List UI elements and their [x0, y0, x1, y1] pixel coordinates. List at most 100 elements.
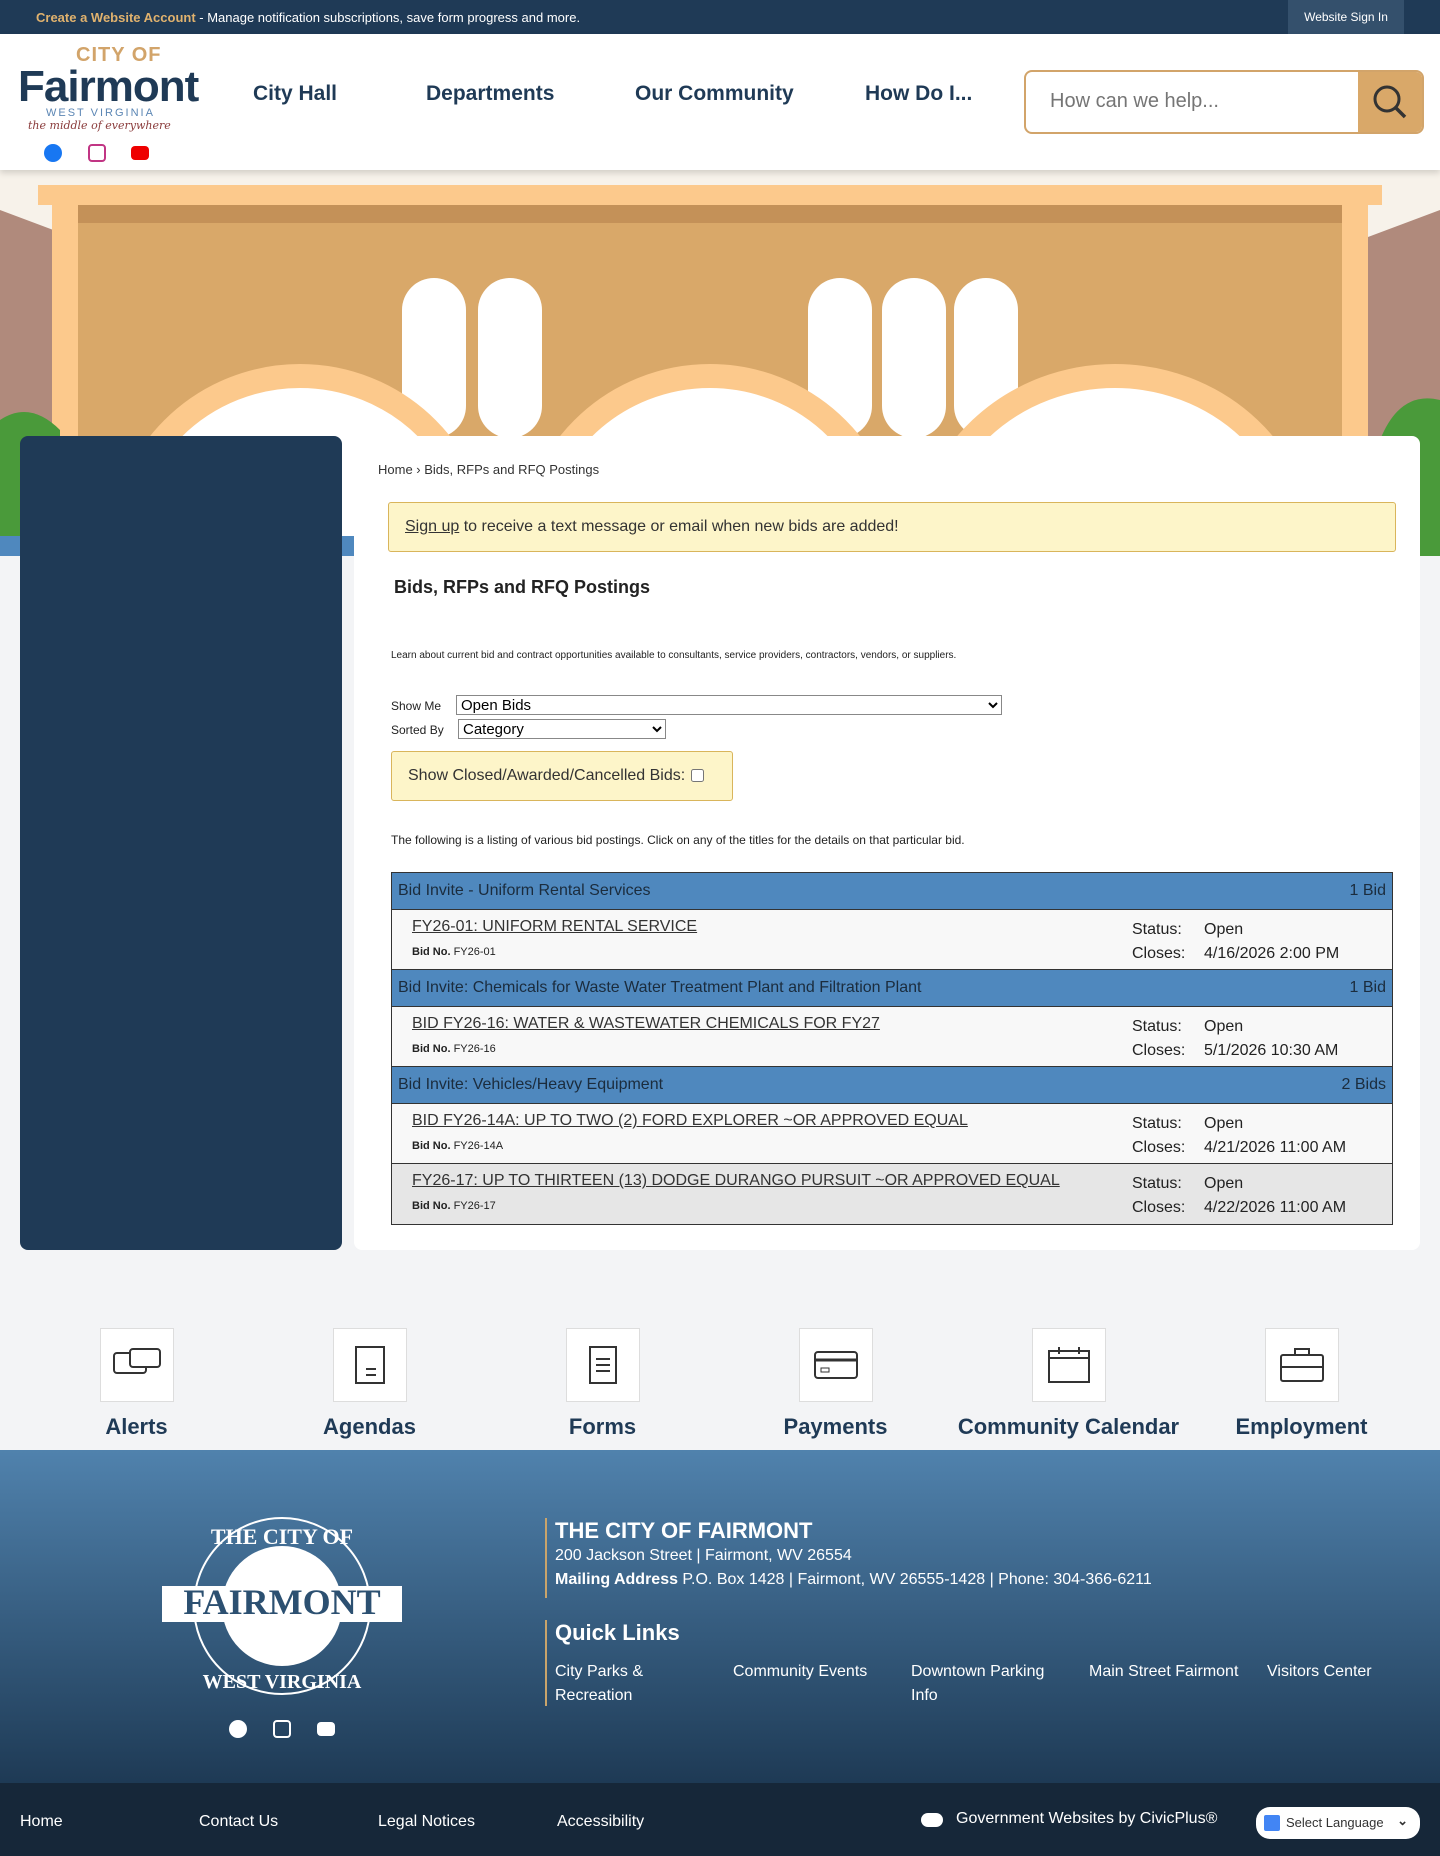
credit-card-icon — [798, 1328, 873, 1402]
show-closed-checkbox[interactable] — [691, 769, 705, 783]
bottom-link-legal[interactable]: Legal Notices — [378, 1813, 475, 1831]
bid-title-link[interactable]: FY26-17: UP TO THIRTEEN (13) DODGE DURAN… — [412, 1172, 1060, 1190]
logo-name: Fairmont — [18, 62, 199, 111]
status-label: Status: — [1132, 921, 1182, 938]
quick-link-label: Employment — [1235, 1414, 1368, 1439]
bottom-link-contact[interactable]: Contact Us — [199, 1813, 278, 1831]
footer-facebook-icon[interactable] — [229, 1720, 247, 1738]
bid-labels: Status: Closes: — [1132, 1015, 1185, 1063]
closes-value: 4/21/2026 11:00 AM — [1204, 1139, 1347, 1156]
google-translate-icon — [1264, 1815, 1280, 1831]
quick-link-alerts[interactable]: Alerts — [20, 1328, 253, 1440]
svg-text:FAIRMONT: FAIRMONT — [183, 1582, 380, 1622]
footer-quick-links: Quick Links City Parks & Recreation Comm… — [545, 1620, 1405, 1706]
website-sign-in-button[interactable]: Website Sign In — [1288, 0, 1404, 34]
bid-number: Bid No. FY26-14A — [412, 1140, 503, 1152]
footer-contact: THE CITY OF FAIRMONT 200 Jackson Street … — [545, 1518, 1152, 1598]
page-description: Learn about current bid and contract opp… — [391, 650, 957, 661]
document-icon — [565, 1328, 640, 1402]
create-account-link[interactable]: Create a Website Account — [36, 10, 196, 25]
footer-instagram-icon[interactable] — [273, 1720, 291, 1738]
quick-link-label: Forms — [568, 1414, 637, 1439]
footer-link-visitors[interactable]: Visitors Center — [1267, 1660, 1417, 1684]
quick-link-agendas[interactable]: Agendas — [253, 1328, 486, 1440]
nav-our-community[interactable]: Our Community — [635, 82, 794, 106]
bid-row: BID FY26-14A: UP TO TWO (2) FORD EXPLORE… — [392, 1104, 1392, 1164]
bid-labels: Status: Closes: — [1132, 1112, 1185, 1160]
bid-category-header: Bid Invite: Chemicals for Waste Water Tr… — [392, 970, 1392, 1007]
nav-city-hall[interactable]: City Hall — [253, 82, 337, 106]
chat-bubbles-icon — [99, 1328, 174, 1402]
svg-text:WEST VIRGINIA: WEST VIRGINIA — [203, 1671, 362, 1693]
category-name: Bid Invite - Uniform Rental Services — [398, 882, 651, 899]
bid-number-label: Bid No. — [412, 1200, 451, 1212]
footer-link-main-street[interactable]: Main Street Fairmont — [1089, 1660, 1239, 1684]
bid-labels: Status: Closes: — [1132, 1172, 1185, 1220]
breadcrumb: Home › Bids, RFPs and RFQ Postings — [378, 462, 599, 477]
search-input[interactable] — [1050, 90, 1350, 113]
category-name: Bid Invite: Chemicals for Waste Water Tr… — [398, 979, 922, 996]
bids-table: Bid Invite - Uniform Rental Services 1 Bi… — [391, 872, 1393, 1225]
footer-youtube-icon[interactable] — [317, 1722, 335, 1736]
city-seal-logo: FAIRMONT THE CITY OF WEST VIRGINIA — [162, 1517, 402, 1695]
civicplus-link[interactable]: Government Websites by CivicPlus® — [956, 1810, 1217, 1828]
status-value: Open — [1204, 1115, 1244, 1132]
chevron-down-icon: ⌄ — [1397, 1813, 1408, 1828]
select-language-dropdown[interactable]: Select Language ⌄ — [1256, 1807, 1420, 1839]
notebook-icon — [332, 1328, 407, 1402]
civicplus-icon — [921, 1813, 943, 1827]
search-box — [1024, 70, 1424, 134]
bid-number-value: FY26-14A — [453, 1140, 504, 1152]
quick-link-employment[interactable]: Employment — [1185, 1328, 1418, 1440]
bid-values: Open 5/1/2026 10:30 AM — [1204, 1015, 1338, 1063]
nav-how-do-i[interactable]: How Do I... — [865, 82, 972, 106]
bid-number-value: FY26-17 — [453, 1200, 496, 1212]
footer-link-events[interactable]: Community Events — [733, 1660, 883, 1684]
account-message: Create a Website Account - Manage notifi… — [36, 10, 580, 25]
closes-value: 5/1/2026 10:30 AM — [1204, 1042, 1339, 1059]
status-value: Open — [1204, 1018, 1244, 1035]
bid-number-label: Bid No. — [412, 1140, 451, 1152]
instagram-icon[interactable] — [88, 144, 106, 162]
quick-link-forms[interactable]: Forms — [486, 1328, 719, 1440]
youtube-icon[interactable] — [131, 146, 149, 160]
quick-links-title: Quick Links — [555, 1620, 680, 1645]
city-logo[interactable]: CITY OF Fairmont WEST VIRGINIA the middl… — [18, 44, 199, 132]
bid-number-label: Bid No. — [412, 946, 451, 958]
bottom-link-accessibility[interactable]: Accessibility — [557, 1813, 644, 1831]
category-count: 1 Bid — [1349, 979, 1386, 996]
bid-title-link[interactable]: BID FY26-14A: UP TO TWO (2) FORD EXPLORE… — [412, 1112, 968, 1130]
logo-tagline: the middle of everywhere — [28, 119, 171, 132]
svg-text:THE CITY OF: THE CITY OF — [211, 1524, 353, 1549]
quick-link-label: Alerts — [105, 1414, 168, 1439]
quick-links-bar: Alerts Agendas Forms Payments Community … — [0, 1290, 1440, 1450]
bid-values: Open 4/21/2026 11:00 AM — [1204, 1112, 1346, 1160]
footer-link-parks[interactable]: City Parks & Recreation — [555, 1660, 705, 1708]
breadcrumb-separator: › — [412, 462, 425, 477]
bid-number: Bid No. FY26-01 — [412, 946, 496, 958]
facebook-icon[interactable] — [44, 144, 62, 162]
site-header: CITY OF Fairmont WEST VIRGINIA the middl… — [0, 34, 1440, 170]
sorted-by-label: Sorted By — [391, 723, 444, 737]
bottom-link-home[interactable]: Home — [20, 1813, 63, 1831]
sorted-by-select[interactable]: Category — [458, 719, 666, 739]
bid-category-header: Bid Invite - Uniform Rental Services 1 Bi… — [392, 873, 1392, 910]
closes-label: Closes: — [1132, 945, 1186, 962]
show-closed-label: Show Closed/Awarded/Cancelled Bids: — [408, 767, 686, 784]
breadcrumb-current: Bids, RFPs and RFQ Postings — [424, 462, 600, 477]
nav-departments[interactable]: Departments — [426, 82, 554, 106]
footer-link-parking[interactable]: Downtown Parking Info — [911, 1660, 1061, 1708]
quick-link-label: Agendas — [323, 1414, 416, 1439]
bid-number-value: FY26-01 — [453, 946, 496, 958]
quick-link-community-calendar[interactable]: Community Calendar — [952, 1328, 1185, 1440]
bid-title-link[interactable]: BID FY26-16: WATER & WASTEWATER CHEMICAL… — [412, 1015, 880, 1033]
quick-link-payments[interactable]: Payments — [719, 1328, 952, 1440]
breadcrumb-home[interactable]: Home — [378, 462, 413, 477]
signup-alert: Sign up to receive a text message or ema… — [388, 502, 1396, 552]
bid-row: BID FY26-16: WATER & WASTEWATER CHEMICAL… — [392, 1007, 1392, 1067]
sign-up-link[interactable]: Sign up — [405, 518, 459, 535]
show-me-select[interactable]: Open Bids — [456, 695, 1002, 715]
bid-title-link[interactable]: FY26-01: UNIFORM RENTAL SERVICE — [412, 918, 697, 936]
search-button[interactable] — [1358, 72, 1422, 132]
status-value: Open — [1204, 921, 1244, 938]
